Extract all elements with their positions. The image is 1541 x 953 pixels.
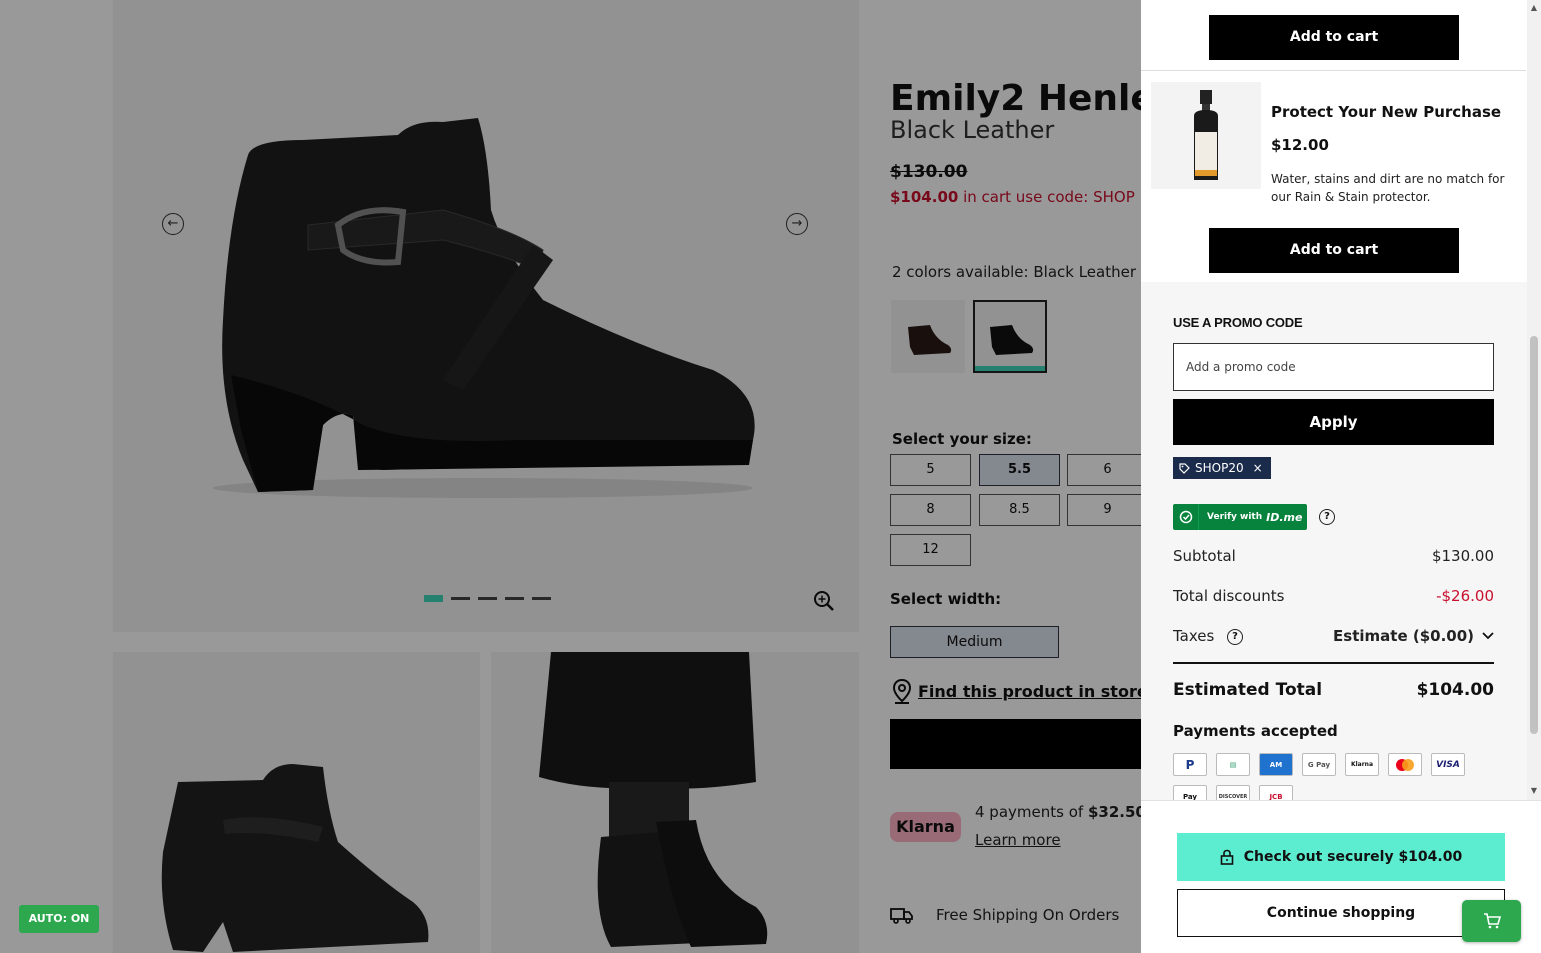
idme-verify-button[interactable]: Verify with ID.me	[1173, 504, 1307, 530]
upsell-price: $12.00	[1271, 136, 1329, 154]
taxes-estimate-dropdown[interactable]: Estimate ($0.00)	[1333, 627, 1494, 645]
scrollbar-thumb[interactable]	[1530, 336, 1538, 734]
discover-icon: DISCOVER	[1216, 785, 1250, 800]
idme-label: Verify with	[1207, 512, 1263, 522]
apple-pay-icon: Pay	[1173, 785, 1207, 800]
continue-shopping-button[interactable]: Continue shopping	[1177, 889, 1505, 937]
upsell-title: Protect Your New Purchase	[1271, 103, 1502, 121]
applied-promo-code: SHOP20	[1195, 461, 1244, 475]
promo-code-input[interactable]	[1173, 343, 1494, 391]
shield-check-icon	[1173, 504, 1199, 530]
estimated-total-value: $104.00	[1416, 680, 1494, 700]
floating-cart-button[interactable]	[1462, 900, 1521, 942]
apply-promo-button[interactable]: Apply	[1173, 399, 1494, 445]
jcb-icon: JCB	[1259, 785, 1293, 800]
applied-promo-tag: SHOP20 ×	[1173, 457, 1271, 479]
taxes-value: Estimate ($0.00)	[1333, 627, 1474, 645]
remove-promo-button[interactable]: ×	[1253, 457, 1263, 479]
upsell-add-to-cart-button[interactable]: Add to cart	[1209, 228, 1459, 273]
paypal-icon: P	[1173, 753, 1207, 776]
scroll-down-icon[interactable]: ▼	[1530, 786, 1538, 795]
tag-icon	[1179, 462, 1190, 474]
estimated-total-label: Estimated Total	[1173, 680, 1323, 700]
help-icon[interactable]: ?	[1319, 509, 1335, 525]
totals-divider	[1173, 662, 1494, 664]
klarna-icon: Klarna	[1345, 753, 1379, 776]
amex-icon: AM	[1259, 753, 1293, 776]
add-to-cart-button[interactable]: Add to cart	[1209, 15, 1459, 60]
promo-heading: USE A PROMO CODE	[1173, 315, 1303, 330]
subtotal-label: Subtotal	[1173, 547, 1236, 565]
checkout-label: Check out securely $104.00	[1243, 849, 1463, 865]
cart-scroll-area[interactable]: Add to cart Protect Your New Purchase $1…	[1141, 0, 1527, 800]
upsell-product-image[interactable]	[1151, 82, 1261, 189]
idme-brand: ID.me	[1266, 510, 1303, 524]
cash-icon: ▤	[1216, 753, 1250, 776]
cart-drawer: Add to cart Protect Your New Purchase $1…	[1141, 0, 1541, 953]
discounts-label: Total discounts	[1173, 587, 1285, 605]
payments-heading: Payments accepted	[1173, 722, 1338, 740]
chevron-down-icon	[1482, 632, 1494, 640]
lock-icon	[1220, 849, 1234, 865]
payment-icons: P ▤ AM G Pay Klarna VISA Pay DISCOVER JC…	[1173, 753, 1473, 800]
google-pay-icon: G Pay	[1302, 753, 1336, 776]
scroll-up-icon[interactable]: ▲	[1530, 3, 1538, 12]
auto-mode-badge[interactable]: AUTO: ON	[19, 905, 99, 933]
divider	[1141, 70, 1526, 71]
taxes-label: Taxes	[1173, 627, 1215, 645]
visa-icon: VISA	[1431, 753, 1465, 776]
mastercard-icon	[1388, 753, 1422, 776]
discounts-value: -$26.00	[1436, 587, 1494, 605]
cart-scrollbar[interactable]: ▲ ▼	[1527, 0, 1541, 800]
cart-icon	[1483, 913, 1501, 929]
subtotal-value: $130.00	[1431, 547, 1494, 565]
modal-overlay[interactable]	[0, 0, 1141, 953]
taxes-help-icon[interactable]: ?	[1227, 629, 1243, 645]
upsell-description: Water, stains and dirt are no match for …	[1271, 172, 1505, 204]
checkout-button[interactable]: Check out securely $104.00	[1177, 833, 1505, 881]
spray-bottle-image	[1194, 89, 1218, 180]
